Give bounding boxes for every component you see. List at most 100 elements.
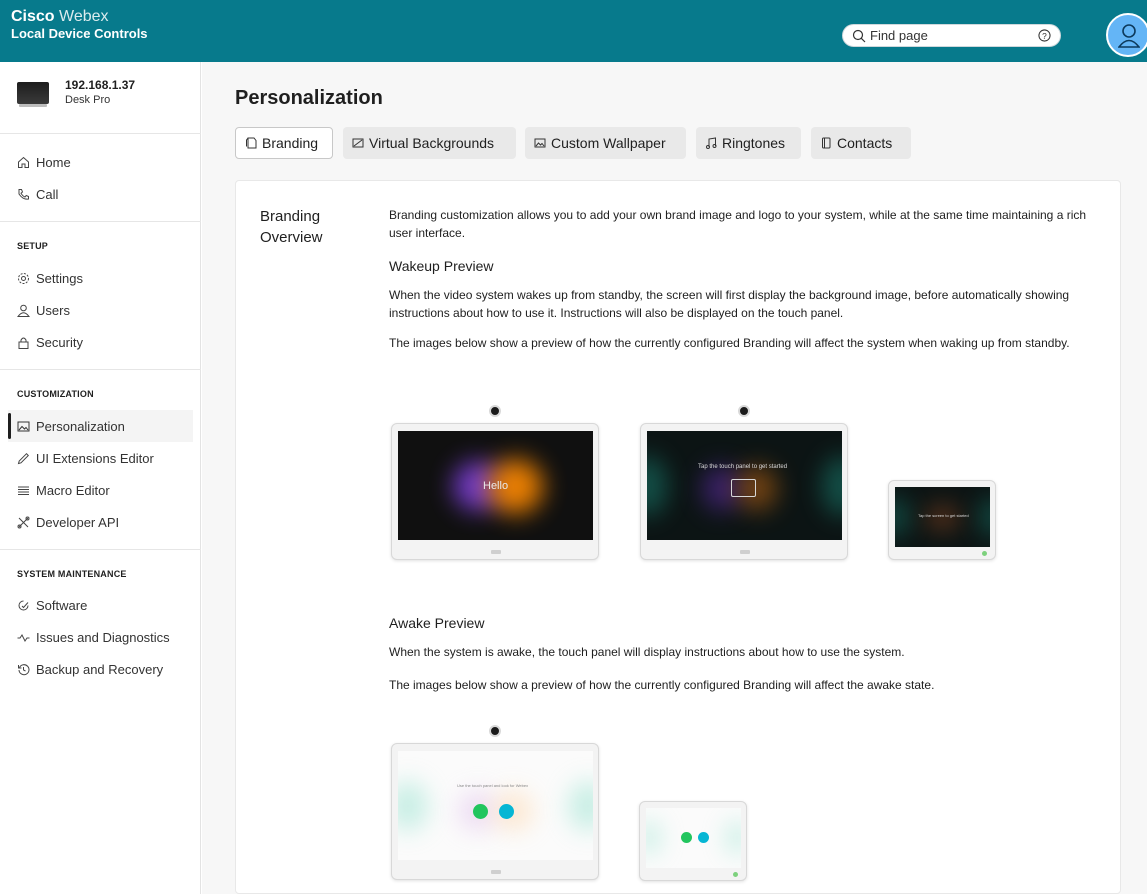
preview-screen: Tap the touch panel to get started	[647, 431, 842, 540]
preview-screen: Tap the screen to get started	[895, 487, 990, 547]
music-icon	[706, 137, 717, 149]
sidebar-item-label: Users	[36, 302, 70, 318]
find-page-search[interactable]: Find page ?	[842, 24, 1061, 47]
app-brand: Cisco Webex Local Device Controls	[11, 8, 148, 42]
tab-label: Virtual Backgrounds	[369, 135, 495, 151]
wakeup-preview-desk-hello: Hello	[391, 405, 599, 560]
tab-label: Custom Wallpaper	[551, 135, 666, 151]
sidebar-item-software[interactable]: Software	[8, 589, 193, 621]
sidebar-item-macro-editor[interactable]: Macro Editor	[8, 474, 193, 506]
sidebar-item-settings[interactable]: Settings	[8, 262, 193, 294]
software-icon	[18, 600, 29, 610]
awake-preview-heading: Awake Preview	[389, 615, 485, 631]
tab-branding[interactable]: Branding	[235, 127, 333, 159]
lines-icon	[18, 486, 29, 495]
section-title-line-1: Branding	[260, 208, 321, 225]
status-led	[982, 551, 987, 556]
phone-icon	[18, 188, 29, 200]
section-title-line-2: Overview	[260, 229, 323, 246]
sidebar-item-security[interactable]: Security	[8, 326, 193, 358]
camera-icon	[489, 405, 501, 417]
device-model: Desk Pro	[65, 94, 111, 106]
device-ip: 192.168.1.37	[65, 78, 136, 92]
user-icon	[1118, 24, 1140, 48]
sidebar-item-label: Backup and Recovery	[36, 661, 164, 677]
sidebar-item-label: Developer API	[36, 514, 120, 530]
sidebar-item-home[interactable]: Home	[8, 146, 193, 178]
section-title-branding-overview: Branding Overview	[260, 206, 323, 248]
sidebar-item-label: Issues and Diagnostics	[36, 629, 170, 645]
sidebar-item-personalization[interactable]: Personalization	[8, 410, 193, 442]
sidebar-divider	[0, 133, 201, 134]
device-logo	[491, 550, 501, 554]
sidebar-divider	[0, 221, 201, 222]
main-content: Personalization Branding Virtual Backgro…	[202, 62, 1147, 894]
help-icon[interactable]: ?	[1038, 29, 1051, 42]
wakeup-preview-note: The images below show a preview of how t…	[389, 336, 1070, 350]
sidebar-item-users[interactable]: Users	[8, 294, 193, 326]
glow-mint-left	[646, 820, 660, 855]
search-input[interactable]: Find page	[870, 28, 928, 43]
section-title-customization: CUSTOMIZATION	[17, 389, 94, 399]
preview-screen: Use the touch panel and look for Webex	[398, 751, 593, 860]
wakeup-preview-heading: Wakeup Preview	[389, 258, 494, 274]
glow-mint-right	[726, 820, 741, 855]
sidebar-item-ui-extensions-editor[interactable]: UI Extensions Editor	[8, 442, 193, 474]
tab-virtual-backgrounds[interactable]: Virtual Backgrounds	[343, 127, 516, 159]
camera-icon	[738, 405, 750, 417]
background-icon	[352, 138, 364, 148]
awake-preview-desk: Use the touch panel and look for Webex	[391, 725, 599, 880]
sidebar-item-label: Call	[36, 186, 59, 202]
sidebar-item-label: UI Extensions Editor	[36, 450, 154, 466]
device-logo	[491, 870, 501, 874]
branding-icon	[246, 137, 257, 149]
pulse-icon	[17, 633, 30, 642]
branding-card: Branding Overview Branding customization…	[235, 180, 1121, 894]
awake-description: When the system is awake, the touch pane…	[389, 645, 905, 659]
tap-instruction-text-small: Tap the screen to get started	[918, 513, 969, 518]
status-led	[733, 872, 738, 877]
glow-mint-left	[398, 781, 428, 831]
image-icon	[17, 421, 30, 431]
brand-name: Cisco	[11, 8, 55, 25]
glow-teal-left	[895, 497, 908, 537]
hello-text: Hello	[483, 480, 509, 492]
section-title-system-maintenance: SYSTEM MAINTENANCE	[17, 569, 127, 579]
sidebar-item-developer-api[interactable]: Developer API	[8, 506, 193, 538]
sidebar-item-issues-and-diagnostics[interactable]: Issues and Diagnostics	[8, 621, 193, 653]
sidebar-divider	[0, 549, 201, 550]
search-icon	[852, 29, 866, 43]
touch-panel-icon	[731, 479, 756, 497]
device-logo	[740, 550, 750, 554]
tools-icon	[17, 516, 30, 528]
tab-contacts[interactable]: Contacts	[811, 127, 911, 159]
tap-instruction-text: Tap the touch panel to get started	[698, 464, 788, 470]
call-button-icon	[681, 832, 692, 843]
share-button-icon	[499, 804, 514, 819]
sidebar-item-call[interactable]: Call	[8, 178, 193, 210]
restore-icon	[18, 663, 30, 675]
lock-icon	[18, 337, 29, 349]
glow-teal-right	[822, 456, 842, 516]
wakeup-description: When the video system wakes up from stan…	[389, 288, 1070, 320]
preview-screen: Hello	[398, 431, 593, 540]
tab-label: Branding	[262, 135, 319, 151]
sidebar-item-label: Macro Editor	[36, 482, 110, 498]
sidebar: 192.168.1.37 Desk Pro Home Call SETUP Se…	[0, 62, 201, 894]
awake-instruction-text: Use the touch panel and look for Webex	[457, 783, 529, 788]
sidebar-item-label: Settings	[36, 270, 83, 286]
device-thumbnail	[17, 82, 49, 107]
sidebar-divider	[0, 369, 201, 370]
tab-ringtones[interactable]: Ringtones	[696, 127, 801, 159]
wakeup-preview-touch-panel: Tap the screen to get started	[888, 480, 996, 560]
user-avatar[interactable]	[1106, 13, 1147, 57]
sidebar-item-backup-and-recovery[interactable]: Backup and Recovery	[8, 653, 193, 685]
sidebar-item-label: Personalization	[36, 418, 125, 434]
camera-icon	[489, 725, 501, 737]
tab-custom-wallpaper[interactable]: Custom Wallpaper	[525, 127, 686, 159]
top-bar: Cisco Webex Local Device Controls Find p…	[0, 0, 1147, 62]
user-icon	[17, 304, 30, 317]
sidebar-item-label: Home	[36, 154, 71, 170]
contacts-icon	[822, 137, 831, 149]
branding-intro-text: Branding customization allows you to add…	[389, 208, 1087, 240]
